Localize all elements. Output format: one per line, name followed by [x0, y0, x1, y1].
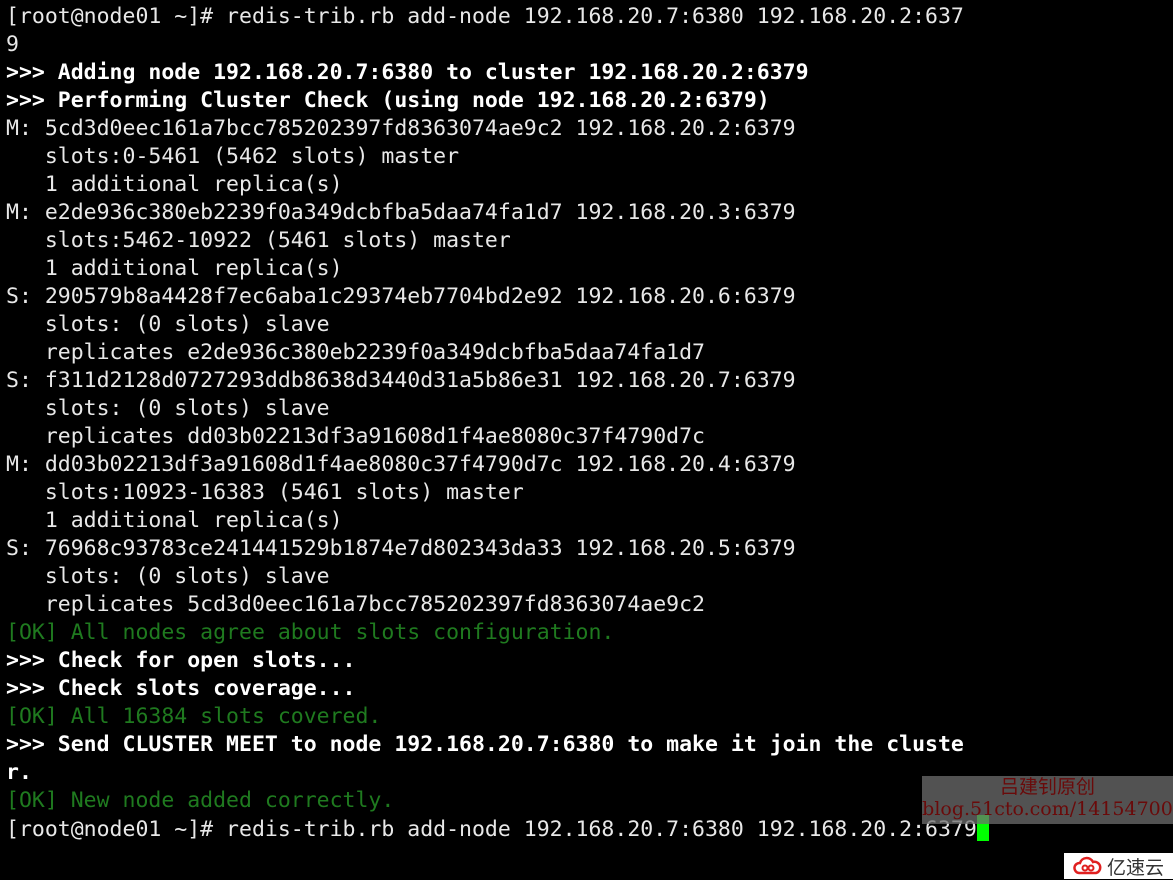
terminal-line: slots: (0 slots) slave — [6, 312, 330, 337]
terminal-line: 9 — [6, 32, 19, 57]
terminal-line: >>> Adding node 192.168.20.7:6380 to clu… — [6, 60, 809, 85]
terminal-line: S: 290579b8a4428f7ec6aba1c29374eb7704bd2… — [6, 284, 796, 309]
terminal-line: >>> Performing Cluster Check (using node… — [6, 88, 770, 113]
terminal-line: slots:10923-16383 (5461 slots) master — [6, 480, 524, 505]
terminal-line: [OK] New node added correctly. — [6, 788, 395, 813]
logo-text: 亿速云 — [1106, 856, 1164, 879]
terminal-line: >>> Send CLUSTER MEET to node 192.168.20… — [6, 732, 964, 757]
terminal-line: [OK] All 16384 slots covered. — [6, 704, 382, 729]
terminal-line: slots:5462-10922 (5461 slots) master — [6, 228, 511, 253]
terminal-line: 1 additional replica(s) — [6, 172, 343, 197]
terminal-line: replicates dd03b02213df3a91608d1f4ae8080… — [6, 424, 705, 449]
prompt-line[interactable]: [root@node01 ~]# redis-trib.rb add-node … — [6, 815, 989, 843]
site-logo: 亿速云 — [1064, 853, 1173, 879]
terminal-line: 1 additional replica(s) — [6, 508, 343, 533]
terminal-line: [OK] All nodes agree about slots configu… — [6, 620, 615, 645]
watermark: 吕建钊原创 blog.51cto.com/14154700 — [922, 776, 1173, 824]
terminal-line: >>> Check slots coverage... — [6, 676, 356, 701]
terminal-line: >>> Check for open slots... — [6, 648, 356, 673]
terminal-line: slots: (0 slots) slave — [6, 564, 330, 589]
terminal-line: [root@node01 ~]# redis-trib.rb add-node … — [6, 4, 964, 29]
terminal-line: slots:0-5461 (5462 slots) master — [6, 144, 460, 169]
terminal-line: S: f311d2128d0727293ddb8638d3440d31a5b86… — [6, 368, 796, 393]
terminal-output[interactable]: [root@node01 ~]# redis-trib.rb add-node … — [6, 3, 989, 843]
watermark-author: 吕建钊原创 — [999, 776, 1095, 798]
terminal-line: slots: (0 slots) slave — [6, 396, 330, 421]
terminal-line: r. — [6, 760, 32, 785]
terminal-line: M: e2de936c380eb2239f0a349dcbfba5daa74fa… — [6, 200, 796, 225]
terminal-line: M: dd03b02213df3a91608d1f4ae8080c37f4790… — [6, 452, 796, 477]
watermark-url: blog.51cto.com/14154700 — [922, 798, 1173, 820]
terminal-line: S: 76968c93783ce241441529b1874e7d802343d… — [6, 536, 796, 561]
terminal-line: replicates 5cd3d0eec161a7bcc785202397fd8… — [6, 592, 705, 617]
terminal-line: replicates e2de936c380eb2239f0a349dcbfba… — [6, 340, 705, 365]
terminal-line: 1 additional replica(s) — [6, 256, 343, 281]
prompt-command: [root@node01 ~]# redis-trib.rb add-node … — [6, 817, 977, 842]
terminal-line: M: 5cd3d0eec161a7bcc785202397fd8363074ae… — [6, 116, 796, 141]
cloud-icon — [1073, 856, 1102, 875]
